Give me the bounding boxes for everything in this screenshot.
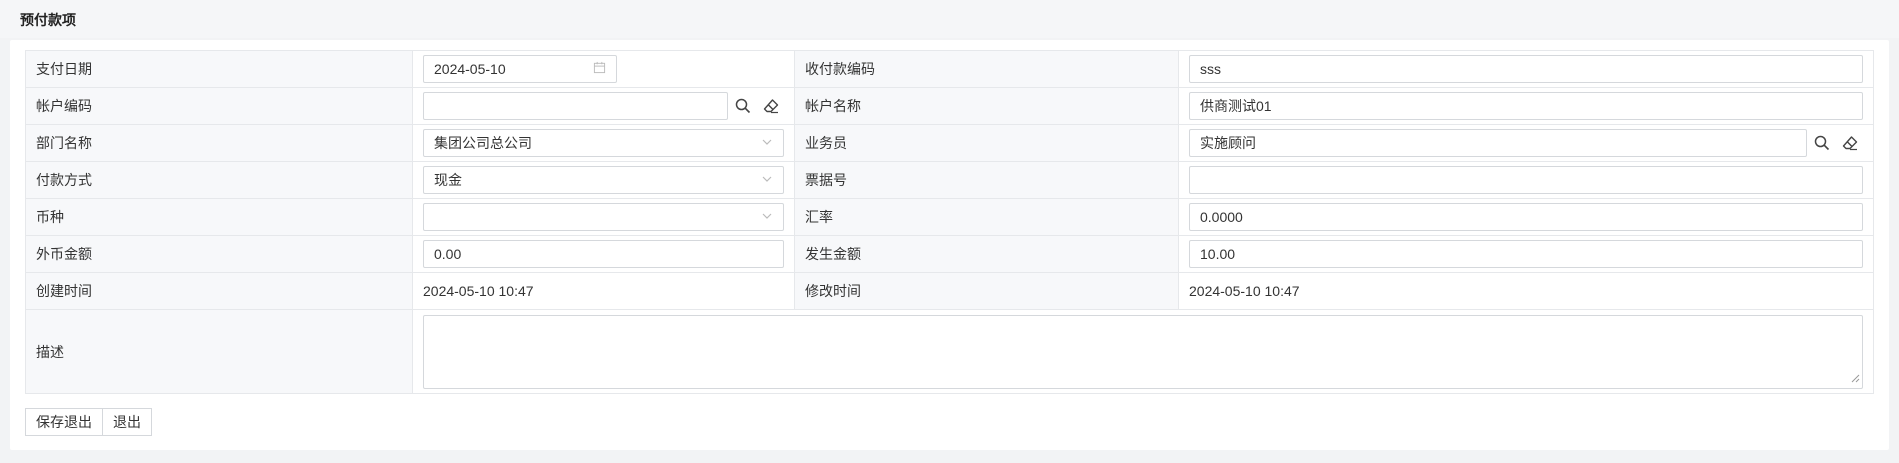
exchange-rate-label: 汇率 [794,198,1179,236]
pay-date-label: 支付日期 [25,50,413,88]
foreign-amount-label: 外币金额 [25,235,413,273]
exchange-rate-cell: 0.0000 [1178,198,1874,236]
salesperson-cell: 实施顾问 [1178,124,1874,162]
calendar-icon[interactable] [593,61,606,77]
foreign-amount-value: 0.00 [434,246,462,262]
chevron-down-icon [761,135,773,151]
amount-label: 发生金额 [794,235,1179,273]
form-row: 币种 汇率 0.0000 [25,198,1874,236]
receipt-code-value: sss [1200,61,1221,77]
amount-value: 10.00 [1200,246,1236,262]
pay-method-select[interactable]: 现金 [423,166,784,194]
salesperson-value: 实施顾问 [1200,135,1256,151]
form-row: 付款方式 现金 票据号 [25,161,1874,199]
form-row: 支付日期 2024-05-10 收付款编码 sss [25,50,1874,88]
resize-grip-icon[interactable] [1851,370,1860,386]
pay-date-input[interactable]: 2024-05-10 [423,55,617,83]
prepayment-form: 支付日期 2024-05-10 收付款编码 sss 帐户编码 帐户名称 供商测试… [25,50,1874,394]
chevron-down-icon [761,172,773,188]
account-code-label: 帐户编码 [25,87,413,125]
pay-method-cell: 现金 [412,161,795,199]
currency-cell [412,198,795,236]
description-textarea[interactable] [423,314,1863,389]
foreign-amount-input[interactable]: 0.00 [423,240,784,268]
exit-button[interactable]: 退出 [103,408,152,436]
salesperson-label: 业务员 [794,124,1179,162]
pay-date-cell: 2024-05-10 [412,50,795,88]
account-code-cell [412,87,795,125]
department-select[interactable]: 集团公司总公司 [423,129,784,157]
form-row: 创建时间 2024-05-10 10:47 修改时间 2024-05-10 10… [25,272,1874,310]
bill-no-cell [1178,161,1874,199]
pay-method-label: 付款方式 [25,161,413,199]
modified-at-value: 2024-05-10 10:47 [1189,283,1300,299]
form-panel: 支付日期 2024-05-10 收付款编码 sss 帐户编码 帐户名称 供商测试… [10,40,1889,450]
receipt-code-cell: sss [1178,50,1874,88]
action-buttons: 保存退出 退出 [25,408,152,436]
foreign-amount-cell: 0.00 [412,235,795,273]
form-row: 外币金额 0.00 发生金额 10.00 [25,235,1874,273]
form-row: 描述 [25,309,1874,394]
account-name-input[interactable]: 供商测试01 [1189,92,1863,120]
department-value: 集团公司总公司 [434,135,532,151]
search-icon[interactable] [730,92,756,120]
exchange-rate-value: 0.0000 [1200,209,1243,225]
account-code-input[interactable] [423,92,728,120]
modified-at-cell: 2024-05-10 10:47 [1178,272,1874,310]
form-row: 帐户编码 帐户名称 供商测试01 [25,87,1874,125]
department-cell: 集团公司总公司 [412,124,795,162]
page-title: 预付款项 [0,0,1899,38]
description-cell [412,309,1874,394]
description-label: 描述 [25,309,413,394]
bill-no-input[interactable] [1189,166,1863,194]
eraser-icon[interactable] [758,92,784,120]
pay-date-value: 2024-05-10 [434,61,506,77]
bill-no-label: 票据号 [794,161,1179,199]
form-row: 部门名称 集团公司总公司 业务员 实施顾问 [25,124,1874,162]
created-at-value: 2024-05-10 10:47 [423,283,534,299]
save-exit-button[interactable]: 保存退出 [25,408,103,436]
account-name-label: 帐户名称 [794,87,1179,125]
account-name-value: 供商测试01 [1200,98,1272,114]
salesperson-input[interactable]: 实施顾问 [1189,129,1807,157]
created-at-cell: 2024-05-10 10:47 [412,272,795,310]
amount-cell: 10.00 [1178,235,1874,273]
currency-select[interactable] [423,203,784,231]
chevron-down-icon [761,209,773,225]
modified-at-label: 修改时间 [794,272,1179,310]
account-name-cell: 供商测试01 [1178,87,1874,125]
amount-input[interactable]: 10.00 [1189,240,1863,268]
created-at-label: 创建时间 [25,272,413,310]
pay-method-value: 现金 [434,172,462,188]
currency-label: 币种 [25,198,413,236]
receipt-code-label: 收付款编码 [794,50,1179,88]
receipt-code-input[interactable]: sss [1189,55,1863,83]
department-label: 部门名称 [25,124,413,162]
exchange-rate-input[interactable]: 0.0000 [1189,203,1863,231]
eraser-icon[interactable] [1837,129,1863,157]
search-icon[interactable] [1809,129,1835,157]
